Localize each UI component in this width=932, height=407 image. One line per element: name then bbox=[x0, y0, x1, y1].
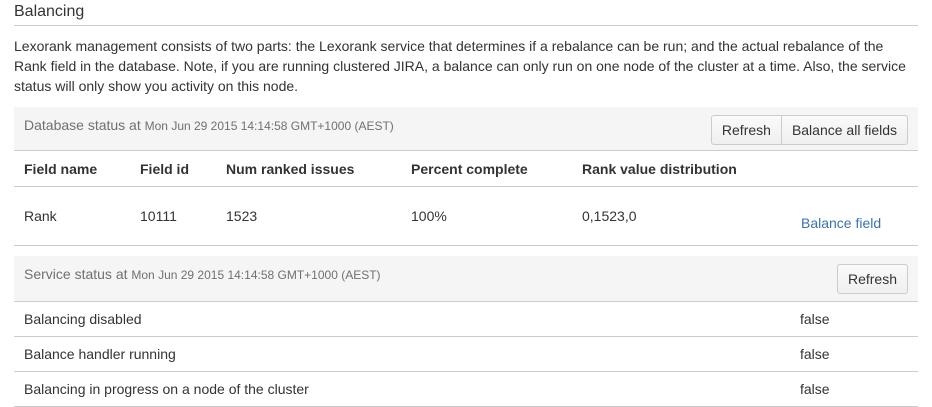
percent-complete-cell: 100% bbox=[401, 186, 572, 246]
service-row-value: false bbox=[790, 302, 918, 337]
database-status-label: Database status at bbox=[24, 117, 141, 133]
service-row-value: false bbox=[790, 336, 918, 372]
service-row-label: Balance handler running bbox=[14, 336, 790, 372]
service-status-bar: Service status at Mon Jun 29 2015 14:14:… bbox=[14, 256, 918, 302]
service-status-timestamp: Mon Jun 29 2015 14:14:58 GMT+1000 (AEST) bbox=[131, 268, 381, 282]
service-status-label: Service status at bbox=[24, 266, 128, 282]
table-row: Rank 10111 1523 100% 0,1523,0 Balance fi… bbox=[14, 186, 918, 246]
service-row-value: false bbox=[790, 371, 918, 407]
column-header-percent-complete: Percent complete bbox=[401, 151, 572, 187]
table-row: Balancing in progress on a node of the c… bbox=[14, 371, 918, 407]
page-title: Balancing bbox=[14, 3, 85, 20]
num-ranked-cell: 1523 bbox=[216, 186, 401, 246]
table-row: Balance handler running false bbox=[14, 336, 918, 372]
service-row-label: Balancing disabled bbox=[14, 302, 790, 337]
service-status-table: Balancing disabled false Balance handler… bbox=[14, 302, 918, 407]
service-status-text: Service status at Mon Jun 29 2015 14:14:… bbox=[24, 266, 381, 282]
table-row: Balancing disabled false bbox=[14, 302, 918, 337]
heading-rule: Balancing bbox=[14, 0, 918, 26]
rank-distribution-cell: 0,1523,0 bbox=[572, 186, 791, 246]
column-header-num-ranked: Num ranked issues bbox=[216, 151, 401, 187]
column-header-field-name: Field name bbox=[14, 151, 130, 187]
database-status-bar: Database status at Mon Jun 29 2015 14:14… bbox=[14, 107, 918, 151]
column-header-field-id: Field id bbox=[130, 151, 216, 187]
field-name-cell: Rank bbox=[14, 186, 130, 246]
field-id-cell: 10111 bbox=[130, 186, 216, 246]
fields-table-header: Field name Field id Num ranked issues Pe… bbox=[14, 151, 918, 187]
balance-field-link[interactable]: Balance field bbox=[801, 215, 881, 231]
service-refresh-button[interactable]: Refresh bbox=[836, 264, 908, 294]
service-row-label: Balancing in progress on a node of the c… bbox=[14, 371, 790, 407]
database-button-group: Refresh Balance all fields bbox=[710, 115, 908, 145]
balancing-panel: Balancing Lexorank management consists o… bbox=[14, 0, 918, 407]
action-cell: Balance field bbox=[791, 186, 918, 246]
column-header-rank-distribution: Rank value distribution bbox=[572, 151, 791, 187]
database-status-text: Database status at Mon Jun 29 2015 14:14… bbox=[24, 117, 394, 133]
fields-table: Field name Field id Num ranked issues Pe… bbox=[14, 151, 918, 246]
database-refresh-button[interactable]: Refresh bbox=[710, 115, 782, 145]
database-status-timestamp: Mon Jun 29 2015 14:14:58 GMT+1000 (AEST) bbox=[144, 119, 394, 133]
column-header-action bbox=[791, 151, 918, 187]
balance-all-fields-button[interactable]: Balance all fields bbox=[781, 115, 908, 145]
intro-text: Lexorank management consists of two part… bbox=[14, 38, 906, 94]
